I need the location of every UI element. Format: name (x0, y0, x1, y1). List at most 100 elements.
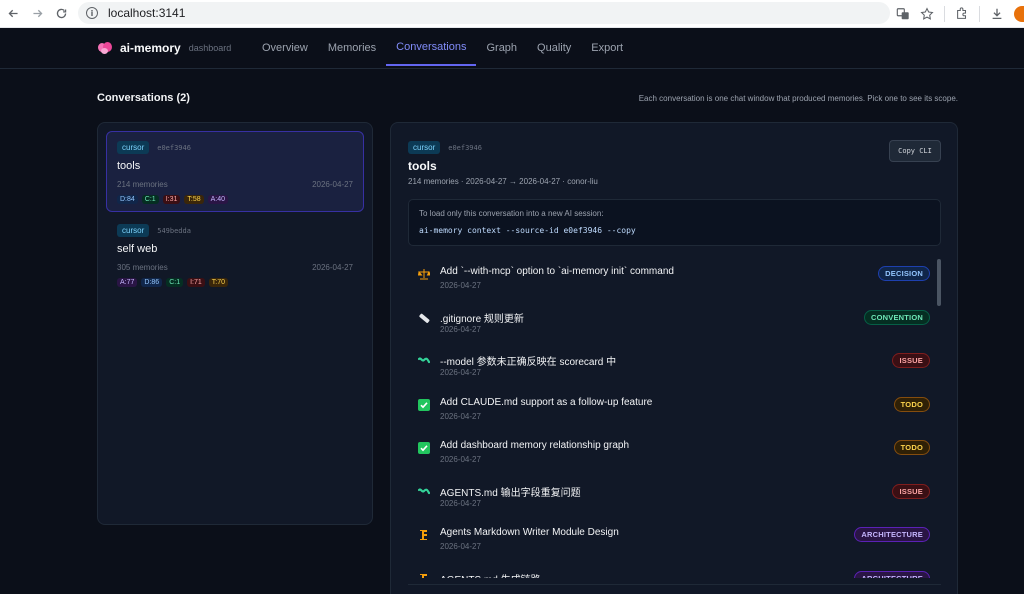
memory-date: 2026-04-27 (440, 498, 481, 508)
conversation-date: 2026-04-27 (312, 180, 353, 189)
memory-type-badge: TODO (893, 440, 930, 455)
type-count-chip: T:70 (208, 278, 229, 287)
tab-overview[interactable]: Overview (252, 29, 318, 66)
source-badge: cursor (408, 141, 441, 154)
memory-item[interactable]: Agents Markdown Writer Module Design 2026… (408, 521, 933, 565)
bug-icon (418, 355, 430, 367)
section-hint: Each conversation is one chat window tha… (638, 94, 958, 103)
memory-item[interactable]: Add `--with-mcp` option to `ai-memory in… (408, 260, 933, 304)
ruler-icon (418, 312, 430, 324)
browser-toolbar: i localhost:3141 (0, 0, 1024, 28)
bug-icon (418, 486, 430, 498)
tab-graph[interactable]: Graph (476, 29, 527, 66)
reload-icon[interactable] (50, 3, 72, 25)
forward-icon[interactable] (26, 3, 48, 25)
memory-title: AGENTS.md 输出字段重复问题 (440, 487, 581, 499)
conversation-title: self web (117, 243, 158, 255)
toolbar-divider (944, 6, 945, 22)
brand[interactable]: ai-memory dashboard (98, 41, 231, 55)
memory-type-badge: ISSUE (892, 353, 930, 368)
conversation-list: cursor e0ef3946 tools 214 memories 2026-… (97, 122, 373, 525)
download-icon[interactable] (990, 7, 1004, 21)
site-info-icon[interactable]: i (86, 7, 98, 19)
building-icon (418, 529, 430, 541)
memory-type-badge: CONVENTION (863, 309, 930, 325)
memory-item[interactable]: AGENTS.md 生成链路2026-04-27ARCHITECTURE (408, 565, 933, 579)
source-badge: cursor (117, 224, 150, 237)
detail-title: tools (408, 159, 437, 173)
memory-item[interactable]: .gitignore 规则更新 2026-04-27 CONVENTION (408, 304, 933, 348)
toolbar-divider (979, 6, 980, 22)
conversation-id: e0ef3946 (448, 143, 482, 152)
memory-item[interactable]: Add dashboard memory relationship graph 2… (408, 434, 933, 478)
memory-count: 214 memories (117, 180, 168, 189)
tab-quality[interactable]: Quality (527, 29, 581, 66)
memory-item[interactable]: --model 参数未正确反映在 scorecard 中 2026-04-27 IS… (408, 347, 933, 391)
bookmark-star-icon[interactable] (920, 7, 934, 21)
brand-name: ai-memory (120, 41, 181, 55)
conversation-id: 549bedda (157, 226, 191, 235)
memory-title: Add dashboard memory relationship graph (440, 440, 629, 451)
type-count-chip: D:84 (117, 195, 138, 204)
conversation-card[interactable]: cursor 549bedda self web 305 memories 20… (106, 214, 364, 295)
copy-cli-button[interactable]: Copy CLI (889, 140, 941, 162)
type-count-chip: I:31 (162, 195, 181, 204)
tab-memories[interactable]: Memories (318, 29, 386, 66)
check-icon (418, 442, 430, 454)
memory-type-badge: ARCHITECTURE (854, 527, 930, 542)
conversation-id: e0ef3946 (157, 143, 191, 152)
scale-icon (418, 268, 430, 280)
detail-meta: 214 memories · 2026-04-27 → 2026-04-27 ·… (408, 177, 598, 186)
type-count-chip: C:1 (166, 278, 184, 287)
type-counts: D:84 C:1 I:31 T:58 A:40 (117, 195, 353, 204)
memory-title: --model 参数未正确反映在 scorecard 中 (440, 357, 617, 368)
address-bar[interactable]: i localhost:3141 (78, 2, 890, 24)
memory-date: 2026-04-27 (440, 542, 481, 551)
extensions-icon[interactable] (955, 7, 969, 21)
type-count-chip: D:86 (141, 278, 163, 287)
memory-type-badge: TODO (893, 396, 930, 412)
app-header: ai-memory dashboard Overview Memories Co… (0, 29, 1024, 69)
memory-type-badge: ISSUE (892, 483, 930, 499)
cli-box: To load only this conversation into a ne… (408, 199, 941, 246)
memory-date: 2026-04-27 (440, 455, 481, 464)
building-icon (418, 573, 430, 578)
profile-avatar[interactable] (1014, 6, 1024, 22)
memory-item[interactable]: AGENTS.md 输出字段重复问题 2026-04-27 ISSUE (408, 478, 933, 522)
memory-date: 2026-04-27 (440, 411, 481, 421)
type-counts: A:77 D:86 C:1 I:71 T:70 (117, 278, 353, 287)
conversation-card[interactable]: cursor e0ef3946 tools 214 memories 2026-… (106, 131, 364, 212)
type-count-chip: I:71 (187, 278, 205, 287)
type-count-chip: A:40 (207, 195, 229, 204)
conversation-date: 2026-04-27 (312, 263, 353, 272)
memory-count: 305 memories (117, 263, 168, 272)
check-icon (418, 398, 430, 411)
memory-item[interactable]: Add CLAUDE.md support as a follow-up fea… (408, 391, 933, 435)
type-count-chip: C:1 (141, 195, 159, 204)
panel-divider (408, 584, 941, 585)
cli-command[interactable]: ai-memory context --source-id e0ef3946 -… (419, 226, 930, 235)
memory-date: 2026-04-27 (440, 324, 481, 334)
back-icon[interactable] (2, 3, 24, 25)
tab-export[interactable]: Export (581, 29, 633, 66)
memory-title: Add CLAUDE.md support as a follow-up fea… (440, 396, 653, 408)
conversation-detail: cursor e0ef3946 tools 214 memories · 202… (390, 122, 958, 594)
scrollbar-thumb[interactable] (937, 259, 941, 306)
conversation-title: tools (117, 160, 141, 172)
memory-title: .gitignore 规则更新 (440, 313, 524, 325)
tab-conversations[interactable]: Conversations (386, 29, 477, 66)
cli-hint: To load only this conversation into a ne… (419, 209, 604, 218)
source-badge: cursor (117, 141, 150, 154)
memory-list: Add `--with-mcp` option to `ai-memory in… (408, 260, 933, 578)
brain-icon (98, 42, 112, 54)
memory-date: 2026-04-27 (440, 368, 481, 377)
type-count-chip: A:77 (117, 278, 138, 287)
memory-title: AGENTS.md 生成链路 (440, 571, 541, 579)
translate-icon[interactable] (896, 7, 910, 21)
url-text: localhost:3141 (108, 6, 186, 20)
type-count-chip: T:58 (184, 195, 204, 204)
brand-subtitle: dashboard (188, 43, 232, 53)
memory-title: Add `--with-mcp` option to `ai-memory in… (440, 266, 674, 277)
memory-type-badge: DECISION (878, 266, 930, 281)
memory-title: Agents Markdown Writer Module Design (440, 527, 619, 538)
